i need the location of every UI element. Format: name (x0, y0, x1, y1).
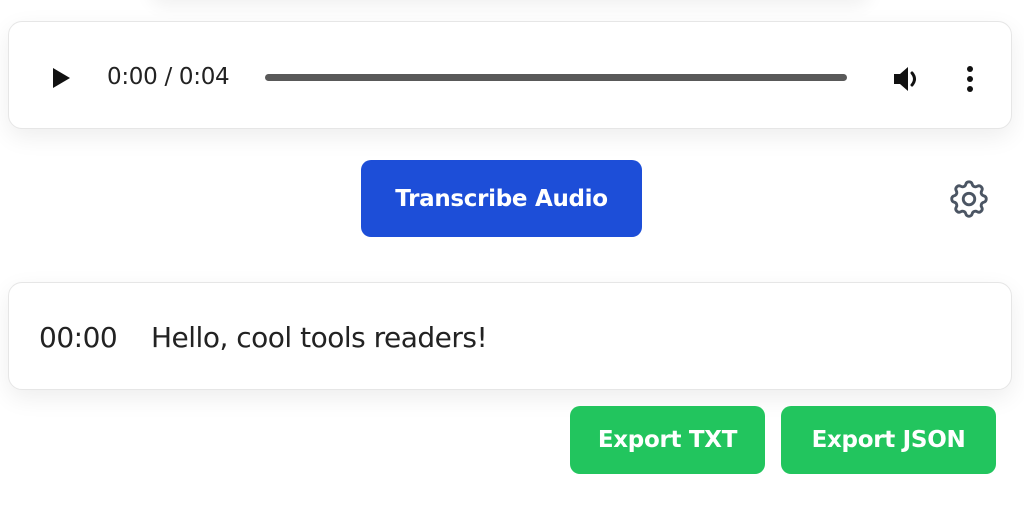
time-display: 0:00 / 0:04 (107, 64, 230, 90)
transcribe-audio-button[interactable]: Transcribe Audio (361, 160, 642, 237)
play-icon (53, 68, 70, 88)
export-json-button[interactable]: Export JSON (781, 406, 996, 474)
export-txt-button[interactable]: Export TXT (570, 406, 765, 474)
play-button[interactable] (47, 64, 75, 92)
segment-text: Hello, cool tools readers! (151, 321, 488, 354)
progress-bar[interactable] (265, 74, 847, 81)
gear-icon (950, 180, 988, 218)
more-vertical-icon (967, 66, 973, 92)
segment-timestamp: 00:00 (39, 321, 118, 354)
more-options-button[interactable] (961, 64, 979, 94)
volume-icon (894, 67, 916, 91)
page: 0:00 / 0:04 Transcribe Audio 00:00 Hello… (0, 0, 1024, 507)
settings-button[interactable] (946, 176, 992, 222)
audio-player: 0:00 / 0:04 (8, 21, 1012, 129)
transcript-panel: 00:00 Hello, cool tools readers! (8, 282, 1012, 390)
volume-button[interactable] (891, 62, 925, 96)
